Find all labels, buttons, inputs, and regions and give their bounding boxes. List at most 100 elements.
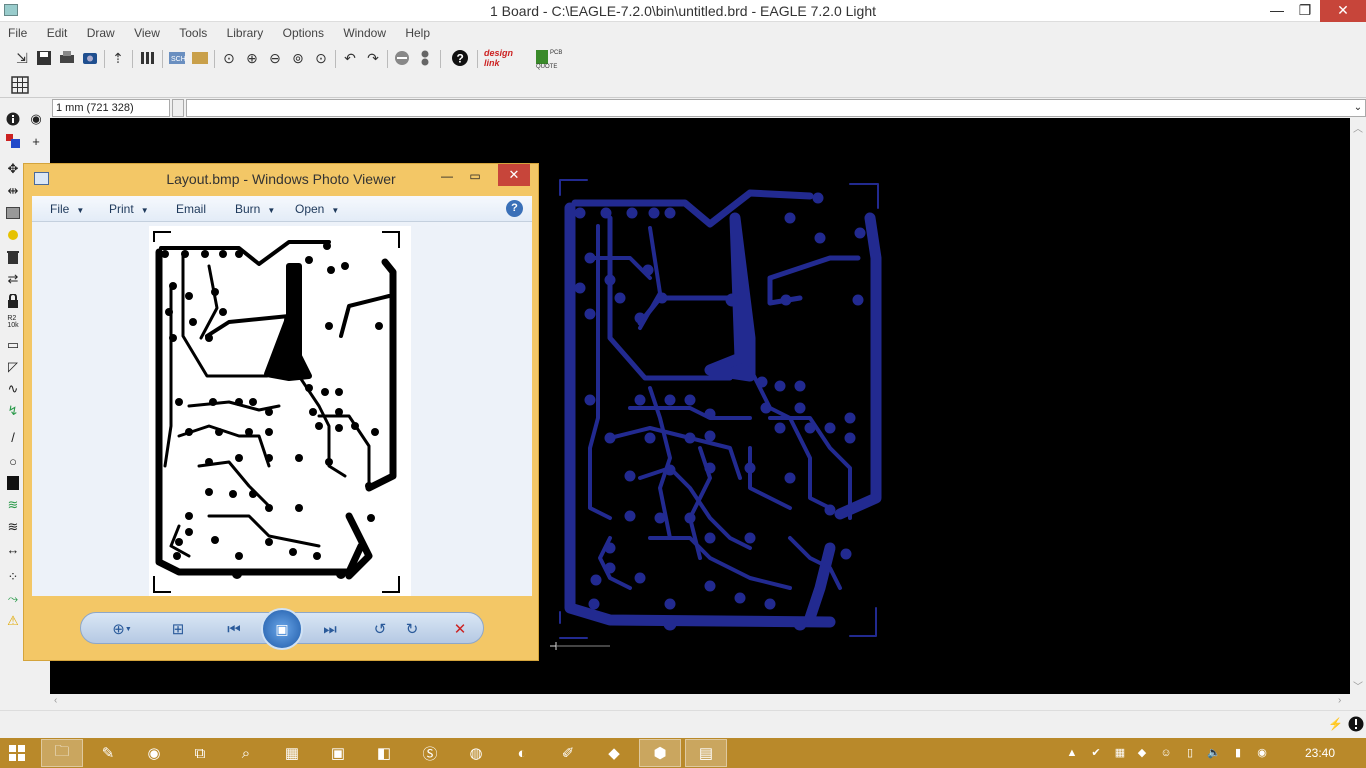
tray-icon-1[interactable]: ✔ xyxy=(1088,745,1104,761)
stop-icon[interactable] xyxy=(392,48,412,68)
stop-command-icon[interactable]: ⚡ xyxy=(1328,717,1343,731)
menu-edit[interactable]: Edit xyxy=(39,22,76,44)
split-icon[interactable]: ▭ xyxy=(4,336,22,354)
previous-icon[interactable]: ⏮ xyxy=(221,617,247,641)
pcb-quote-icon[interactable]: PCB QUOTE xyxy=(536,50,576,70)
change-icon[interactable] xyxy=(4,226,22,244)
board-icon[interactable] xyxy=(190,48,210,68)
open-icon[interactable]: ⇲ xyxy=(12,48,32,68)
delete-icon[interactable]: ✕ xyxy=(447,617,473,641)
skype-icon[interactable]: Ⓢ xyxy=(409,739,451,767)
polygon-icon[interactable]: ≋ xyxy=(4,496,22,514)
notepad-icon[interactable]: ✎ xyxy=(87,739,129,767)
zoom-icon[interactable]: ⊕ ▼ xyxy=(109,617,135,641)
pv-menu-email[interactable]: Email xyxy=(176,196,206,222)
delete-icon[interactable] xyxy=(4,248,22,266)
ratsnest-icon[interactable]: ⁘ xyxy=(4,568,22,586)
auto-icon[interactable]: ⤳ xyxy=(4,590,22,608)
add-icon[interactable]: ⇄ xyxy=(4,270,22,288)
menu-options[interactable]: Options xyxy=(275,22,332,44)
volume-icon[interactable]: 🔈 xyxy=(1206,745,1222,761)
minimize-button[interactable]: — xyxy=(1262,0,1292,22)
tray-icon-8[interactable]: ◉ xyxy=(1254,745,1270,761)
pv-help-icon[interactable]: ? xyxy=(506,200,523,217)
slideshow-button[interactable]: ▣ xyxy=(261,608,303,650)
grid-icon[interactable] xyxy=(10,75,30,95)
pv-menu-print[interactable]: Print ▼ xyxy=(109,196,149,224)
pv-close-button[interactable]: ✕ xyxy=(498,164,530,186)
show-icon[interactable]: ◉ xyxy=(27,110,45,128)
info-icon[interactable] xyxy=(4,110,22,128)
schematic-icon[interactable]: SCH xyxy=(167,48,187,68)
undo-icon[interactable]: ↶ xyxy=(340,48,360,68)
ulp-icon[interactable]: ⇡ xyxy=(108,48,128,68)
menu-tools[interactable]: Tools xyxy=(171,22,215,44)
go-icon[interactable] xyxy=(415,48,435,68)
show-hidden-icons[interactable]: ▲ xyxy=(1064,745,1080,761)
command-input[interactable] xyxy=(186,99,1366,117)
value-icon[interactable]: R2 10k xyxy=(4,313,22,331)
app-icon-7[interactable]: ▣ xyxy=(317,739,359,767)
tray-icon-4[interactable]: ☺ xyxy=(1158,745,1174,761)
tray-icon-3[interactable]: ◆ xyxy=(1134,745,1150,761)
browser-icon[interactable]: ◉ xyxy=(133,739,175,767)
menu-library[interactable]: Library xyxy=(219,22,272,44)
save-icon[interactable] xyxy=(34,48,54,68)
erc-icon[interactable]: ⚠ xyxy=(4,612,22,630)
app-icon-12[interactable]: ✐ xyxy=(547,739,589,767)
next-icon[interactable]: ⏭ xyxy=(317,617,343,641)
group-icon[interactable] xyxy=(4,204,22,222)
zoom-fit-icon[interactable]: ⊙ xyxy=(219,48,239,68)
mirror-icon[interactable]: ⇹ xyxy=(4,182,22,200)
menu-file[interactable]: File xyxy=(0,22,35,44)
circle-icon[interactable]: ○ xyxy=(4,452,22,470)
script-icon[interactable] xyxy=(138,48,158,68)
clock[interactable]: 23:40 xyxy=(1290,738,1350,768)
search-app-icon[interactable]: ⌕ xyxy=(225,739,267,767)
explorer-icon[interactable]: 🗀 xyxy=(41,739,83,767)
miter-icon[interactable]: ◸ xyxy=(4,358,22,376)
zoom-select-icon[interactable]: ⊙ xyxy=(311,48,331,68)
restore-button[interactable]: ❐ xyxy=(1290,0,1320,22)
network-icon[interactable]: ▮ xyxy=(1230,745,1246,761)
close-button[interactable]: ✕ xyxy=(1320,0,1366,22)
menu-help[interactable]: Help xyxy=(397,22,438,44)
move-icon[interactable]: ✥ xyxy=(4,160,22,178)
start-icon[interactable] xyxy=(0,739,34,767)
redo-icon[interactable]: ↷ xyxy=(363,48,383,68)
rotate-left-icon[interactable]: ↺ xyxy=(367,617,393,641)
pv-menu-file[interactable]: File ▼ xyxy=(50,196,84,224)
zoom-out-icon[interactable]: ⊖ xyxy=(265,48,285,68)
rect-icon[interactable] xyxy=(4,474,22,492)
eagle-icon[interactable]: ⬢ xyxy=(639,739,681,767)
dimension-icon[interactable]: ↔ xyxy=(4,540,22,558)
app-icon-10[interactable]: ◍ xyxy=(455,739,497,767)
designlink-icon[interactable]: design link xyxy=(484,48,530,70)
app-icon-13[interactable]: ◆ xyxy=(593,739,635,767)
display-icon[interactable] xyxy=(4,132,22,150)
mark-icon[interactable]: + xyxy=(27,132,45,150)
cam-icon[interactable] xyxy=(80,48,100,68)
app-icon-4[interactable]: ⧉ xyxy=(179,739,221,767)
pv-menu-burn[interactable]: Burn ▼ xyxy=(235,196,275,224)
route-icon[interactable]: ∿ xyxy=(4,380,22,398)
horizontal-scrollbar[interactable]: ‹ › xyxy=(50,694,1350,710)
zoom-in-icon[interactable]: ⊕ xyxy=(242,48,262,68)
redraw-icon[interactable]: ⊚ xyxy=(288,48,308,68)
firefox-icon[interactable]: ◐ xyxy=(501,739,543,767)
tray-icon-5[interactable]: ▯ xyxy=(1182,745,1198,761)
wire-icon[interactable]: / xyxy=(4,428,22,446)
lock-icon[interactable] xyxy=(4,292,22,310)
menu-draw[interactable]: Draw xyxy=(79,22,123,44)
rotate-right-icon[interactable]: ↻ xyxy=(399,617,425,641)
help-icon[interactable]: ? xyxy=(450,48,470,68)
menu-window[interactable]: Window xyxy=(335,22,394,44)
actual-size-icon[interactable]: ⊞ xyxy=(165,617,191,641)
print-icon[interactable] xyxy=(57,48,77,68)
command-history-dropdown[interactable]: ⌄ xyxy=(1350,99,1366,117)
coordinate-toggle[interactable] xyxy=(172,99,184,117)
app-icon-8[interactable]: ◧ xyxy=(363,739,405,767)
menu-view[interactable]: View xyxy=(126,22,168,44)
ripup-icon[interactable]: ↯ xyxy=(4,402,22,420)
calculator-icon[interactable]: ▦ xyxy=(271,739,313,767)
